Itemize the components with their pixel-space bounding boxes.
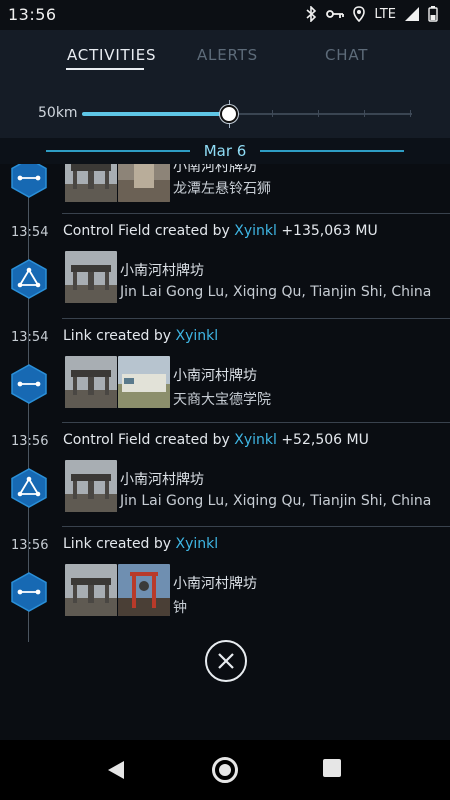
slider-tick [364, 110, 365, 117]
portal-address: 天商大宝德学院 [173, 392, 271, 408]
tab-chat[interactable]: CHAT [325, 46, 368, 64]
entry-title: Control Field created by Xyinkl +52,506 … [63, 432, 369, 448]
entry-title: Control Field created by Xyinkl +135,063… [63, 223, 378, 239]
link-icon [11, 572, 47, 612]
bluetooth-icon [306, 6, 317, 22]
activity-feed[interactable]: 小南河村牌坊 龙潭左悬铃石狮 13:54 Control Field creat… [0, 164, 450, 642]
mu-value: +135,063 MU [281, 223, 378, 239]
system-nav-bar [0, 740, 450, 800]
entry-action: Link created by [63, 328, 172, 344]
control-field-icon [11, 468, 47, 508]
list-item[interactable]: 13:54 Control Field created by Xyinkl +1… [0, 214, 450, 318]
entry-title: Link created by Xyinkl [63, 536, 218, 552]
portal-thumbnail[interactable] [118, 356, 170, 408]
portal-name[interactable]: 小南河村牌坊 [173, 365, 257, 385]
portal-thumbnail[interactable] [65, 564, 117, 616]
close-icon [218, 653, 234, 669]
home-button[interactable] [212, 757, 238, 783]
recents-button[interactable] [323, 759, 341, 777]
vpn-key-icon [326, 10, 345, 18]
entry-action: Control Field created by [63, 432, 230, 448]
tab-activities[interactable]: ACTIVITIES [67, 46, 156, 64]
portal-name[interactable]: 小南河村牌坊 [120, 469, 204, 489]
entry-time: 13:54 [11, 330, 49, 345]
portal-thumbnail[interactable] [65, 164, 117, 202]
slider-tick [410, 110, 411, 117]
status-icons: LTE [304, 6, 438, 22]
portal-name[interactable]: 小南河村牌坊 [173, 164, 257, 176]
agent-name[interactable]: Xyinkl [176, 328, 219, 344]
control-field-icon [11, 259, 47, 299]
header-panel: ACTIVITIES ALERTS CHAT 50km [0, 30, 450, 138]
portal-thumbnail[interactable] [65, 251, 117, 303]
back-icon[interactable] [107, 760, 125, 780]
status-bar: 13:56 LTE [0, 0, 450, 30]
portal-thumbnail[interactable] [118, 564, 170, 616]
date-separator: Mar 6 [0, 138, 450, 164]
location-icon [353, 6, 366, 22]
portal-address: 钟 [173, 600, 187, 616]
entry-title: Link created by Xyinkl [63, 328, 218, 344]
list-item[interactable]: 13:54 Link created by Xyinkl 小南河村牌坊 天商大宝… [0, 319, 450, 423]
portal-address: Jin Lai Gong Lu, Xiqing Qu, Tianjin Shi,… [120, 493, 432, 509]
slider-tick [318, 110, 319, 117]
clock: 13:56 [8, 5, 57, 24]
link-icon [11, 164, 47, 198]
entry-time: 13:56 [11, 538, 49, 553]
network-type: LTE [374, 6, 396, 22]
portal-name[interactable]: 小南河村牌坊 [120, 260, 204, 280]
signal-icon [405, 7, 419, 21]
agent-name[interactable]: Xyinkl [176, 536, 219, 552]
portal-thumbnail[interactable] [65, 460, 117, 512]
list-item[interactable]: 13:56 Control Field created by Xyinkl +5… [0, 423, 450, 527]
close-button[interactable] [205, 640, 247, 682]
portal-thumbnail[interactable] [118, 164, 170, 202]
portal-address: Jin Lai Gong Lu, Xiqing Qu, Tianjin Shi,… [120, 284, 432, 300]
entry-action: Control Field created by [63, 223, 230, 239]
entry-action: Link created by [63, 536, 172, 552]
range-slider-fill [82, 112, 228, 116]
portal-name[interactable]: 小南河村牌坊 [173, 573, 257, 593]
list-item[interactable]: 小南河村牌坊 龙潭左悬铃石狮 [0, 164, 450, 214]
active-tab-indicator [66, 68, 144, 70]
portal-address: 龙潭左悬铃石狮 [173, 181, 271, 197]
range-label: 50km [38, 105, 78, 121]
entry-time: 13:56 [11, 434, 49, 449]
mu-value: +52,506 MU [281, 432, 369, 448]
portal-thumbnail[interactable] [65, 356, 117, 408]
tab-alerts[interactable]: ALERTS [197, 46, 258, 64]
entry-time: 13:54 [11, 225, 49, 240]
link-icon [11, 364, 47, 404]
range-slider-handle[interactable] [220, 105, 238, 123]
battery-icon [428, 6, 438, 22]
date-label: Mar 6 [203, 142, 247, 160]
agent-name[interactable]: Xyinkl [234, 223, 277, 239]
tab-bar: ACTIVITIES ALERTS CHAT [0, 46, 450, 70]
agent-name[interactable]: Xyinkl [234, 432, 277, 448]
slider-tick [272, 110, 273, 117]
list-item[interactable]: 13:56 Link created by Xyinkl 小南河村牌坊 钟 [0, 527, 450, 642]
